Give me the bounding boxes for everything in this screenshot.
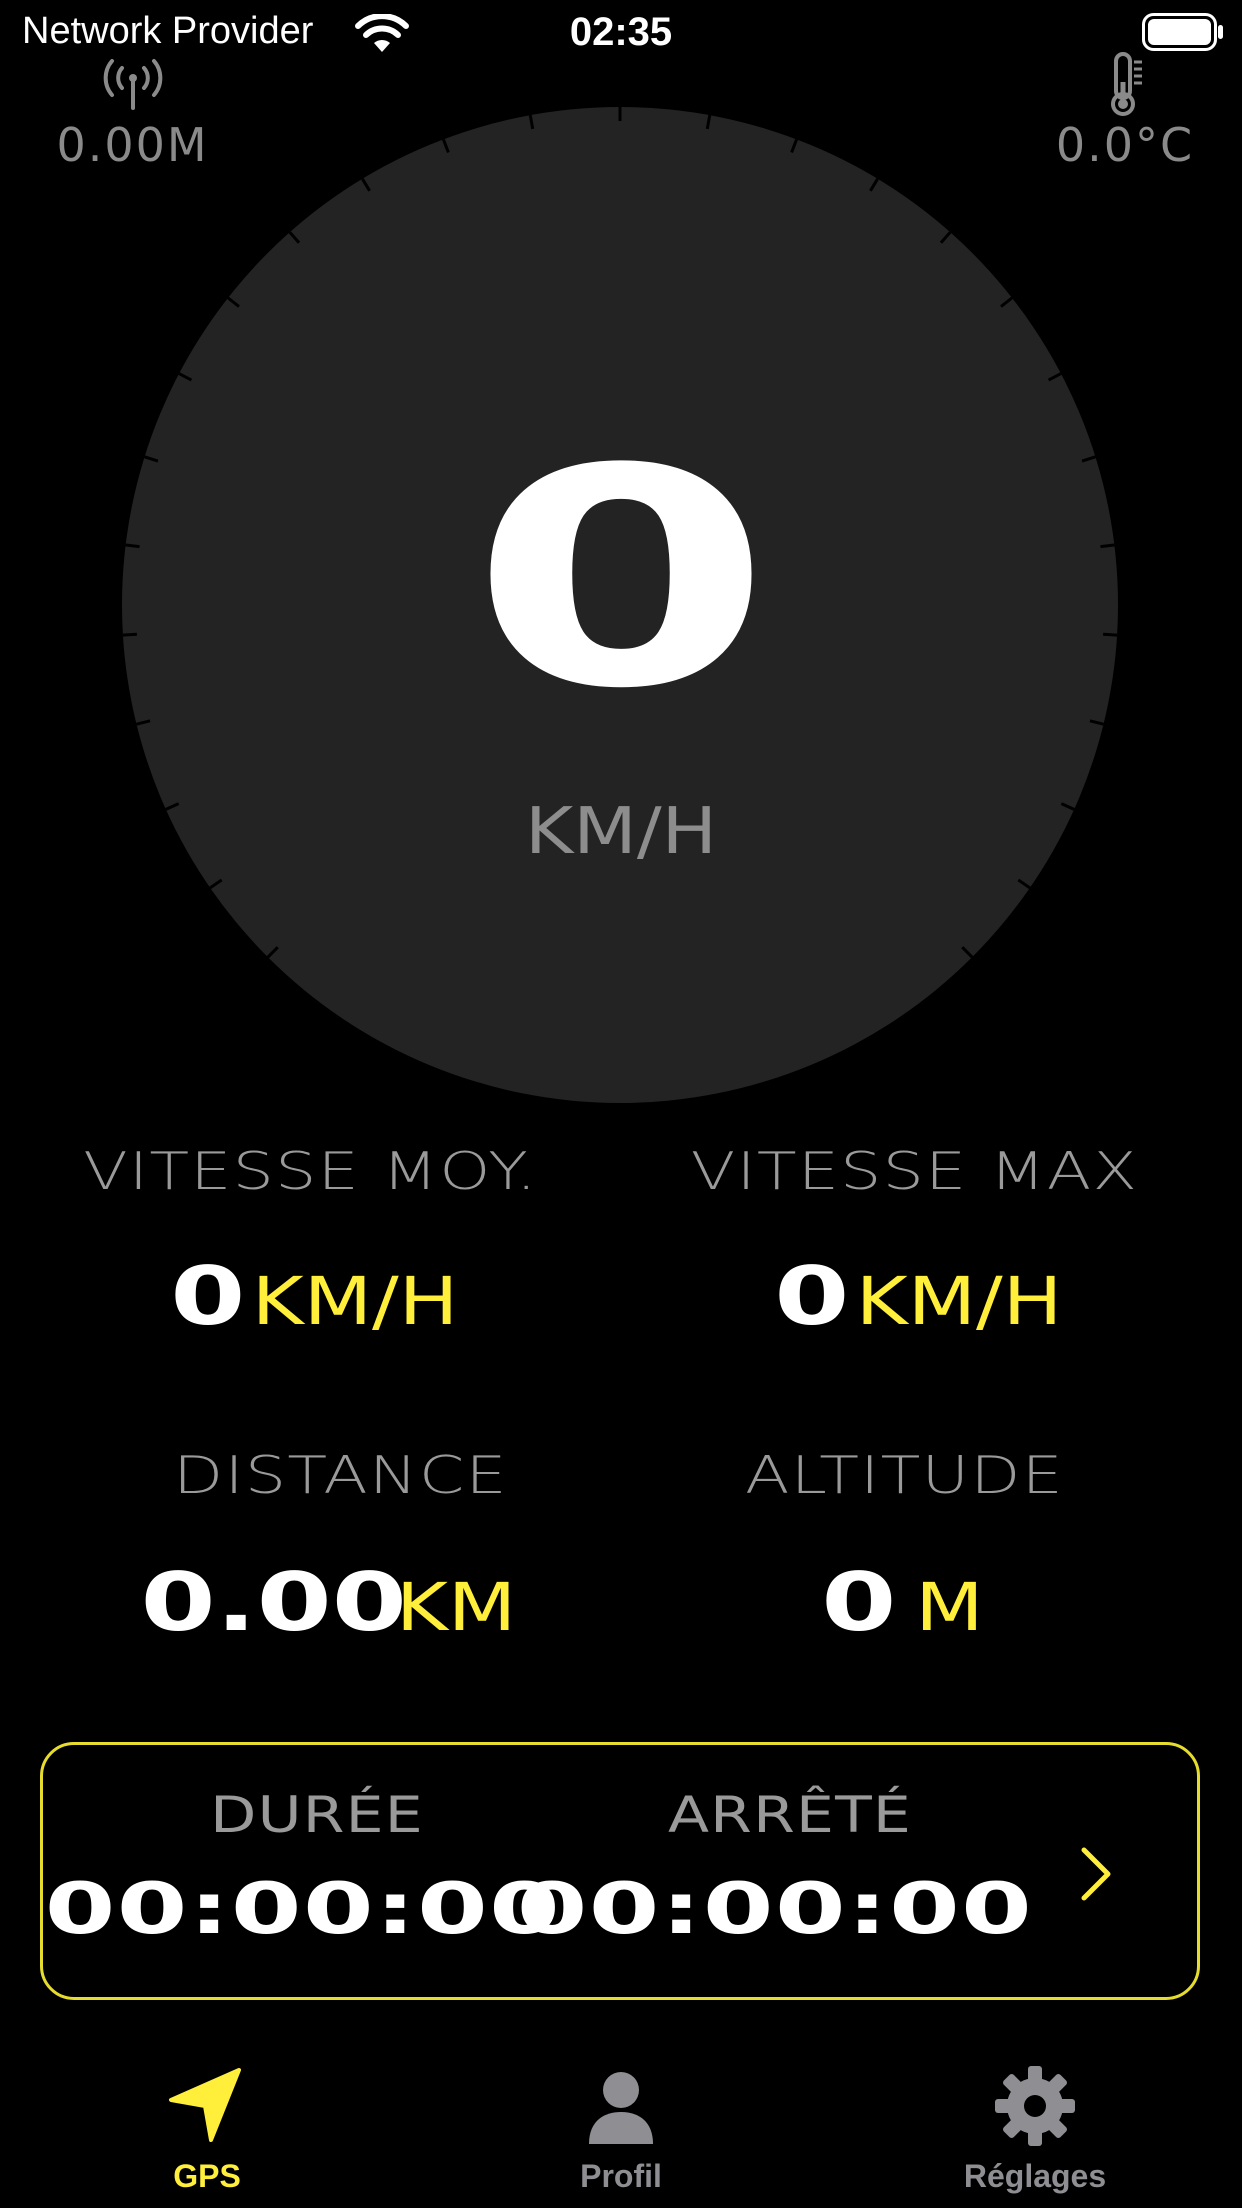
tab-profil-label: Profil — [580, 2158, 662, 2194]
stopped-value: 00:00:00 — [516, 1868, 1034, 1950]
current-speed: 0 — [469, 405, 773, 754]
tab-reglages[interactable]: Réglages — [828, 2064, 1242, 2195]
max-speed-number: 0 — [773, 1250, 850, 1343]
avg-speed-number: 0 — [169, 1250, 246, 1343]
battery-icon — [1142, 13, 1223, 51]
max-speed-label: VITESSE MAX — [690, 1142, 1139, 1202]
gps-signal-icon — [103, 59, 163, 110]
avg-speed-value: 0 KM/H — [0, 1250, 621, 1343]
person-icon — [589, 2072, 653, 2144]
gear-icon — [995, 2066, 1075, 2146]
distance-number: 0.00 — [140, 1556, 407, 1649]
altitude-value: 0M — [594, 1556, 1215, 1649]
stopped-label: ARRÊTÉ — [667, 1786, 913, 1844]
altitude-number: 0 — [821, 1556, 897, 1649]
altitude-unit: M — [915, 1569, 984, 1646]
status-time: 02:35 — [569, 10, 673, 54]
chevron-right-icon[interactable] — [1074, 1844, 1118, 1904]
tab-reglages-label: Réglages — [963, 2158, 1107, 2194]
speed-unit: KM/H — [525, 795, 717, 869]
max-speed-value: 0 KM/H — [604, 1250, 1225, 1343]
altitude-label: ALTITUDE — [744, 1446, 1064, 1506]
tab-gps-label: GPS — [173, 2158, 241, 2194]
tab-profil[interactable]: Profil — [414, 2064, 828, 2195]
max-speed-unit: KM/H — [856, 1263, 1063, 1340]
distance-unit: KM — [396, 1569, 517, 1646]
avg-speed-unit: KM/H — [252, 1263, 459, 1340]
tab-gps[interactable]: GPS — [0, 2064, 414, 2195]
navigation-arrow-icon — [169, 2068, 241, 2142]
distance-value: 0.00KM — [30, 1556, 651, 1649]
